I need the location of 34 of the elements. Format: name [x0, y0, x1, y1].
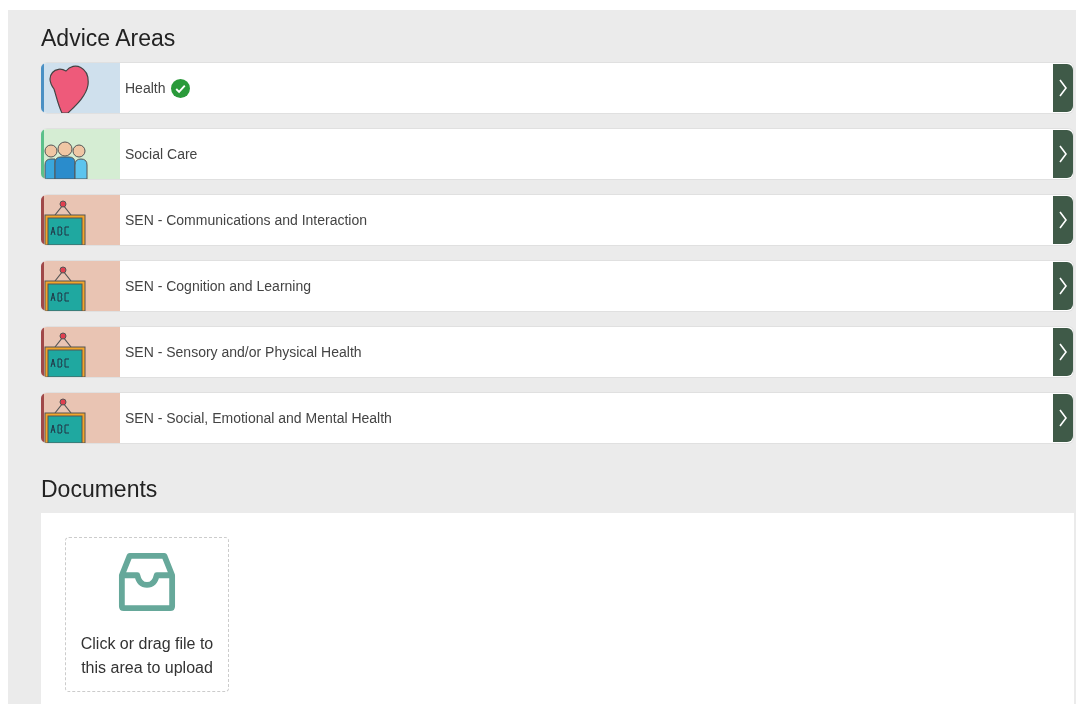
chevron-icon[interactable]: [1053, 130, 1073, 178]
chevron-icon[interactable]: [1053, 328, 1073, 376]
section-heading: Documents: [41, 475, 159, 504]
color-stripe: [41, 327, 44, 377]
advice-area-label: SEN - Cognition and Learning: [125, 278, 311, 294]
chevron-icon[interactable]: [1053, 394, 1073, 442]
upload-dropzone[interactable]: Click or drag file to this area to upload: [65, 537, 229, 692]
color-stripe: [41, 261, 44, 311]
advice-area-label: SEN - Sensory and/or Physical Health: [125, 344, 362, 360]
advice-area-row[interactable]: SEN - Sensory and/or Physical Health: [41, 326, 1074, 378]
advice-area-row[interactable]: SEN - Communications and Interaction: [41, 194, 1074, 246]
people-icon: [44, 141, 88, 179]
color-stripe: [41, 129, 44, 179]
advice-area-label: SEN - Communications and Interaction: [125, 212, 367, 228]
advice-area-label: Health: [125, 80, 166, 96]
chalkboard-icon: [44, 332, 86, 377]
advice-area-row[interactable]: SEN - Cognition and Learning: [41, 260, 1074, 312]
upload-hint: Click or drag file to this area to upload: [79, 634, 215, 678]
inbox-icon: [118, 552, 176, 612]
chevron-icon[interactable]: [1053, 262, 1073, 310]
advice-area-label: SEN - Social, Emotional and Mental Health: [125, 410, 392, 426]
chalkboard-icon: [44, 266, 86, 311]
chevron-icon[interactable]: [1053, 196, 1073, 244]
advice-area-label: Social Care: [125, 146, 198, 162]
chevron-icon[interactable]: [1053, 64, 1073, 112]
chalkboard-icon: [44, 398, 86, 443]
section-heading: Advice Areas: [41, 24, 177, 53]
advice-area-row[interactable]: Health: [41, 62, 1074, 114]
advice-area-row[interactable]: Social Care: [41, 128, 1074, 180]
advice-area-row[interactable]: SEN - Social, Emotional and Mental Health: [41, 392, 1074, 444]
color-stripe: [41, 393, 44, 443]
color-stripe: [41, 63, 44, 113]
chalkboard-icon: [44, 200, 86, 245]
color-stripe: [41, 195, 44, 245]
